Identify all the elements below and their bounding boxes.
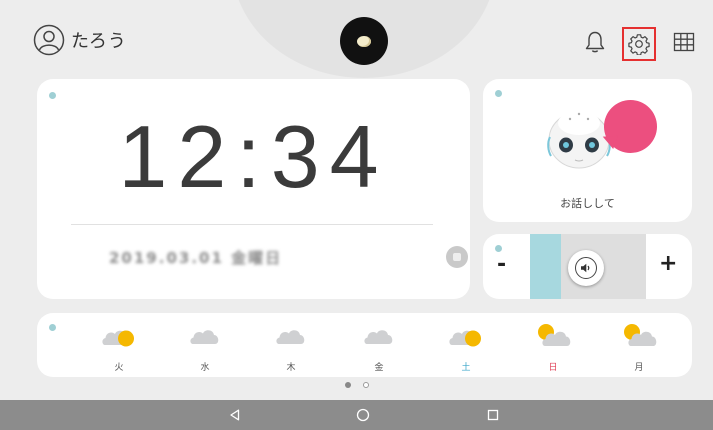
talk-card[interactable]: お話しして	[483, 79, 692, 222]
weather-day-3[interactable]: 木	[261, 317, 321, 375]
weather-day-1[interactable]: 火	[89, 317, 149, 375]
user-icon	[33, 24, 65, 56]
speaker-icon	[575, 257, 597, 279]
system-nav-bar	[0, 400, 713, 430]
home-button[interactable]	[354, 406, 372, 424]
recent-apps-icon	[487, 409, 499, 421]
back-icon	[230, 409, 240, 421]
weather-day-label: 火	[114, 363, 124, 373]
cloud-icon	[364, 330, 393, 344]
notification-button[interactable]	[580, 27, 610, 57]
home-screen: たろう 12:34 2019.03.01 金曜日 お話しして - + 火 水 木…	[0, 0, 713, 430]
clock-card[interactable]: 12:34 2019.03.01 金曜日	[37, 79, 470, 299]
recent-apps-button[interactable]	[484, 406, 502, 424]
status-dot	[49, 92, 56, 99]
status-dot	[495, 245, 502, 252]
page-dot	[362, 382, 369, 388]
volume-knob[interactable]	[568, 250, 604, 286]
partly-sunny-icon	[449, 330, 481, 347]
sun-behind-cloud-icon	[538, 324, 571, 346]
user-name: たろう	[71, 31, 127, 52]
grid-button[interactable]	[669, 27, 699, 57]
weather-day-label: 木	[286, 363, 296, 373]
sun-behind-cloud-icon	[624, 324, 657, 346]
page-indicator	[0, 382, 713, 388]
user-profile[interactable]: たろう	[33, 24, 127, 56]
clock-time: 12:34	[118, 107, 389, 206]
home-icon	[356, 408, 370, 422]
weather-day-2[interactable]: 水	[175, 317, 235, 375]
status-dot	[495, 90, 502, 97]
status-dot	[49, 324, 56, 331]
divider	[71, 224, 433, 225]
weather-day-4[interactable]: 金	[349, 317, 409, 375]
clock-date: 2019.03.01 金曜日	[109, 249, 283, 267]
weather-card[interactable]: 火水木金土日月	[37, 313, 692, 377]
weather-day-label: 月	[634, 363, 644, 373]
robot-eye-icon[interactable]	[340, 17, 388, 65]
weather-day-label: 日	[548, 363, 558, 373]
weather-day-label: 金	[374, 363, 384, 373]
weather-day-label: 水	[200, 363, 210, 373]
volume-card: - +	[483, 234, 692, 299]
volume-fill	[530, 234, 561, 299]
bell-icon	[585, 31, 605, 53]
weather-day-6[interactable]: 日	[523, 317, 583, 375]
gear-icon	[628, 34, 650, 55]
speech-bubble-icon	[604, 100, 657, 153]
talk-label: お話しして	[560, 197, 615, 210]
weather-day-7[interactable]: 月	[609, 317, 669, 375]
partly-sunny-icon	[102, 330, 134, 347]
cloud-icon	[276, 330, 305, 344]
page-dot	[344, 382, 351, 388]
stop-icon	[453, 253, 461, 261]
volume-up-button[interactable]: +	[659, 253, 677, 275]
volume-down-button[interactable]: -	[497, 254, 506, 276]
robot-eye-pupil	[357, 35, 371, 47]
weather-day-label: 土	[461, 363, 471, 373]
clock-options-button[interactable]	[446, 246, 468, 268]
settings-button[interactable]	[622, 27, 656, 61]
grid-icon	[673, 32, 695, 52]
weather-day-5[interactable]: 土	[436, 317, 496, 375]
back-button[interactable]	[226, 406, 244, 424]
cloud-icon	[190, 330, 219, 344]
